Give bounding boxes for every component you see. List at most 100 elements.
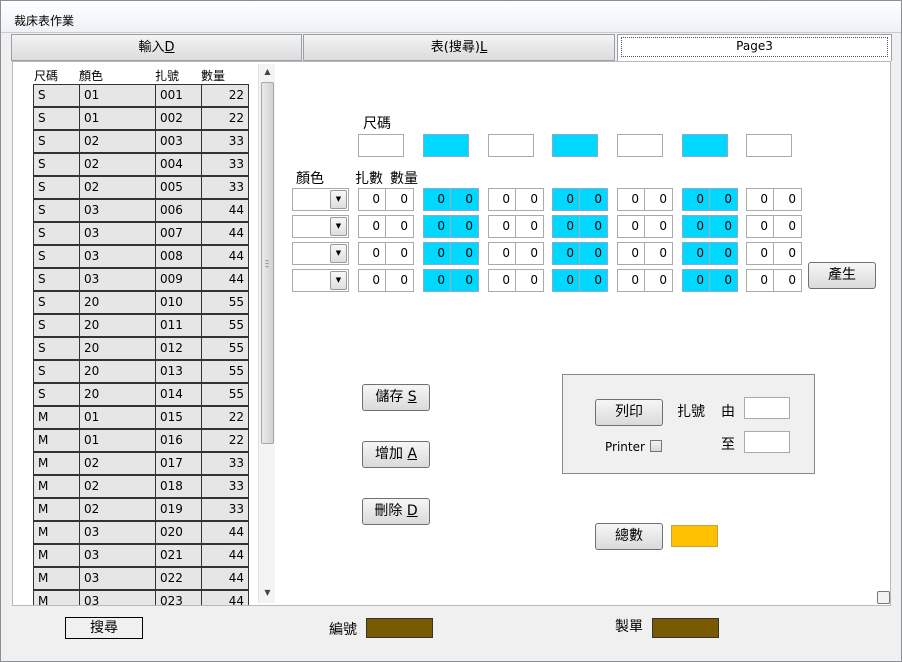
bundle-qty-pair[interactable]: 00 [617, 215, 673, 238]
cell-color[interactable]: 03 [79, 567, 156, 590]
quantity-field[interactable]: 0 [645, 189, 672, 210]
table-row[interactable]: S 20 011 55 [33, 314, 259, 337]
bundle-qty-pair[interactable]: 00 [358, 242, 414, 265]
quantity-field[interactable]: 0 [451, 189, 478, 210]
generate-button[interactable]: 產生 [808, 262, 876, 289]
cell-color[interactable]: 01 [79, 84, 156, 107]
delete-button[interactable]: 刪除 D [362, 498, 430, 525]
cell-qty[interactable]: 44 [201, 567, 249, 590]
quantity-field[interactable]: 0 [710, 243, 737, 264]
bundle-qty-pair[interactable]: 00 [746, 242, 802, 265]
cell-bundle[interactable]: 009 [155, 268, 202, 291]
cell-bundle[interactable]: 016 [155, 429, 202, 452]
bundle-qty-pair[interactable]: 00 [746, 188, 802, 211]
table-row[interactable]: S 20 012 55 [33, 337, 259, 360]
quantity-field[interactable]: 0 [710, 216, 737, 237]
quantity-field[interactable]: 0 [580, 189, 607, 210]
cell-bundle[interactable]: 006 [155, 199, 202, 222]
bundle-count-field[interactable]: 0 [683, 189, 710, 210]
cell-size[interactable]: S [33, 314, 80, 337]
bundle-count-field[interactable]: 0 [424, 216, 451, 237]
quantity-field[interactable]: 0 [645, 270, 672, 291]
table-row[interactable]: S 20 014 55 [33, 383, 259, 406]
size-field-1[interactable] [358, 134, 404, 157]
cell-color[interactable]: 02 [79, 475, 156, 498]
bundle-count-field[interactable]: 0 [553, 216, 580, 237]
cell-color[interactable]: 03 [79, 199, 156, 222]
bundle-qty-pair[interactable]: 00 [682, 269, 738, 292]
cell-qty[interactable]: 44 [201, 245, 249, 268]
bundle-count-field[interactable]: 0 [683, 216, 710, 237]
quantity-field[interactable]: 0 [451, 243, 478, 264]
cell-qty[interactable]: 22 [201, 84, 249, 107]
cell-size[interactable]: S [33, 153, 80, 176]
scroll-down-icon[interactable]: ▼ [261, 588, 274, 600]
cell-bundle[interactable]: 010 [155, 291, 202, 314]
bundle-count-field[interactable]: 0 [359, 243, 386, 264]
size-field-2[interactable] [423, 134, 469, 157]
cell-color[interactable]: 20 [79, 314, 156, 337]
cell-size[interactable]: S [33, 222, 80, 245]
bundle-qty-pair[interactable]: 00 [682, 188, 738, 211]
bundle-count-field[interactable]: 0 [747, 243, 774, 264]
cell-bundle[interactable]: 015 [155, 406, 202, 429]
table-row[interactable]: M 03 020 44 [33, 521, 259, 544]
bundle-count-field[interactable]: 0 [553, 189, 580, 210]
scroll-up-icon[interactable]: ▲ [261, 67, 274, 79]
bundle-count-field[interactable]: 0 [424, 189, 451, 210]
quantity-field[interactable]: 0 [580, 243, 607, 264]
size-field-7[interactable] [746, 134, 792, 157]
cell-size[interactable]: S [33, 176, 80, 199]
cell-bundle[interactable]: 020 [155, 521, 202, 544]
quantity-field[interactable]: 0 [645, 216, 672, 237]
bundle-count-field[interactable]: 0 [489, 243, 516, 264]
cell-bundle[interactable]: 007 [155, 222, 202, 245]
cell-qty[interactable]: 55 [201, 360, 249, 383]
bundle-count-field[interactable]: 0 [424, 243, 451, 264]
cell-bundle[interactable]: 021 [155, 544, 202, 567]
bundle-count-field[interactable]: 0 [618, 243, 645, 264]
cell-size[interactable]: S [33, 268, 80, 291]
quantity-field[interactable]: 0 [580, 270, 607, 291]
cell-size[interactable]: M [33, 475, 80, 498]
bundle-qty-pair[interactable]: 00 [423, 188, 479, 211]
print-button[interactable]: 列印 [595, 399, 663, 426]
size-field-4[interactable] [552, 134, 598, 157]
cell-color[interactable]: 03 [79, 222, 156, 245]
printer-checkbox[interactable] [650, 440, 662, 452]
bundle-qty-pair[interactable]: 00 [552, 269, 608, 292]
bundle-qty-pair[interactable]: 00 [488, 215, 544, 238]
table-row[interactable]: S 03 007 44 [33, 222, 259, 245]
bundle-qty-pair[interactable]: 00 [358, 188, 414, 211]
cell-color[interactable]: 20 [79, 291, 156, 314]
table-row[interactable]: M 02 018 33 [33, 475, 259, 498]
bundle-qty-pair[interactable]: 00 [488, 242, 544, 265]
table-row[interactable]: M 01 016 22 [33, 429, 259, 452]
save-button[interactable]: 儲存 S [362, 384, 430, 411]
cell-color[interactable]: 20 [79, 383, 156, 406]
bundle-count-field[interactable]: 0 [618, 189, 645, 210]
size-field-5[interactable] [617, 134, 663, 157]
total-button[interactable]: 總數 [595, 523, 663, 550]
tab-search[interactable]: 表(搜尋)L [303, 34, 615, 61]
cell-qty[interactable]: 55 [201, 291, 249, 314]
cell-color[interactable]: 01 [79, 406, 156, 429]
cell-size[interactable]: S [33, 84, 80, 107]
cell-size[interactable]: M [33, 567, 80, 590]
quantity-field[interactable]: 0 [774, 189, 801, 210]
quantity-field[interactable]: 0 [516, 270, 543, 291]
quantity-field[interactable]: 0 [516, 216, 543, 237]
cell-size[interactable]: S [33, 360, 80, 383]
table-row[interactable]: M 03 021 44 [33, 544, 259, 567]
dropdown-arrow-icon[interactable]: ▼ [330, 271, 347, 290]
quantity-field[interactable]: 0 [645, 243, 672, 264]
bundle-qty-pair[interactable]: 00 [617, 269, 673, 292]
table-row[interactable]: M 03 023 44 [33, 590, 259, 605]
bundle-qty-pair[interactable]: 00 [682, 215, 738, 238]
cell-qty[interactable]: 33 [201, 498, 249, 521]
bundle-count-field[interactable]: 0 [618, 270, 645, 291]
cell-bundle[interactable]: 022 [155, 567, 202, 590]
cell-size[interactable]: M [33, 590, 80, 605]
table-row[interactable]: S 02 003 33 [33, 130, 259, 153]
cell-bundle[interactable]: 005 [155, 176, 202, 199]
